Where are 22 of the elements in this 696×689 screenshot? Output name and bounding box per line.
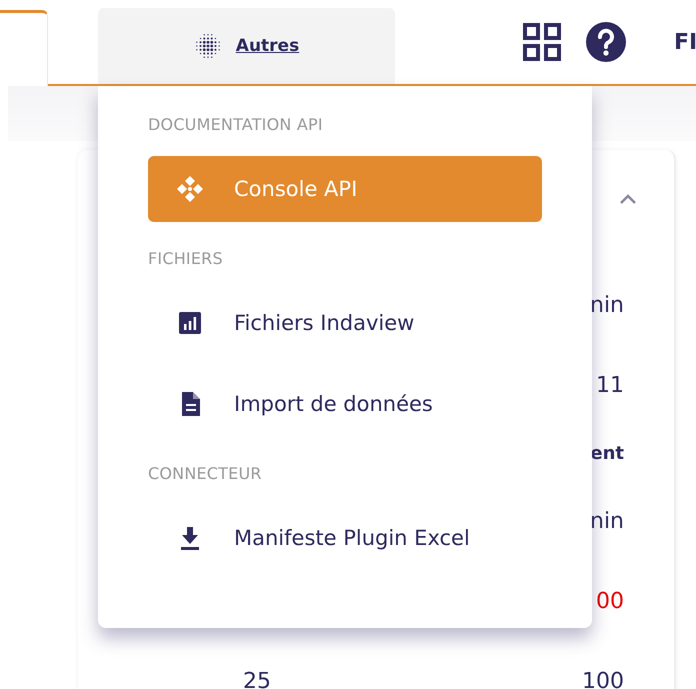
table-cell-text: 100 [582, 668, 624, 689]
table-cell-text: 25 [243, 668, 271, 689]
tab-edge[interactable] [0, 10, 48, 86]
table-cell-text: nin [590, 292, 624, 320]
section-heading: DOCUMENTATION API [148, 114, 324, 136]
diamond-cluster-icon [176, 175, 204, 203]
table-cell-text: 00 [596, 588, 624, 616]
menu-item[interactable]: Manifeste Plugin Excel [148, 505, 542, 571]
menu-item[interactable]: Import de données [148, 371, 542, 437]
chevron-up-icon[interactable] [620, 194, 636, 204]
autres-tab[interactable]: Autres [98, 8, 395, 84]
menu-item[interactable]: Fichiers Indaview [148, 290, 542, 356]
help-icon[interactable] [586, 22, 626, 62]
table-cell-text: ent [590, 442, 624, 466]
grid-icon[interactable] [523, 23, 561, 61]
dots-icon [194, 32, 222, 60]
user-initials[interactable]: FI [674, 30, 696, 54]
section-heading: CONNECTEUR [148, 463, 263, 485]
table-cell-text: 11 [596, 372, 624, 400]
section-heading: FICHIERS [148, 248, 224, 270]
bar-chart-icon [176, 309, 204, 337]
table-cell-text: nin [590, 508, 624, 536]
